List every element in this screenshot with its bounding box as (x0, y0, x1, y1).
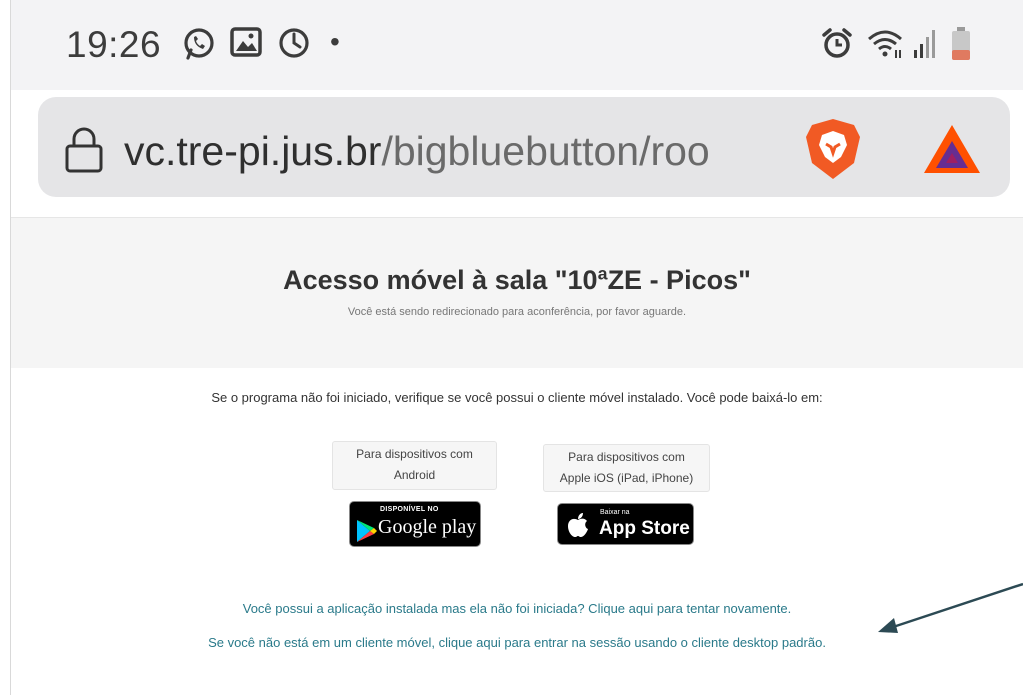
page-title: Acesso móvel à sala "10ªZE - Picos" (283, 265, 751, 295)
url-domain: vc.tre-pi.jus.br (124, 128, 382, 174)
whatsapp-icon (184, 28, 214, 60)
signal-icon (914, 30, 935, 58)
download-instruction: Se o programa não foi iniciado, verifiqu… (211, 390, 823, 405)
google-badge-top: DISPONÍVEL NO (380, 506, 439, 513)
android-line2: Android (393, 468, 436, 482)
google-play-icon (357, 520, 377, 542)
ios-line1: Para dispositivos com (568, 450, 685, 464)
app-store-badge[interactable]: Baixar na App Store (557, 503, 694, 545)
google-play-badge[interactable]: DISPONÍVEL NO Google play (349, 501, 481, 547)
app-store-badge-main: App Store (599, 518, 690, 539)
apple-icon (568, 513, 588, 537)
lock-icon (65, 127, 103, 173)
gallery-icon (230, 27, 262, 57)
alarm-icon (822, 28, 852, 58)
android-platform-box: Para dispositivos com Android (332, 441, 497, 490)
battery-icon (952, 27, 970, 60)
page-subtitle: Você está sendo redirecionado para aconf… (347, 306, 687, 318)
url-path: /bigbluebutton/roo (381, 128, 710, 174)
sync-icon (279, 28, 309, 58)
bat-triangle-icon[interactable] (922, 123, 982, 175)
android-line1: Para dispositivos com (356, 447, 473, 461)
url-text[interactable]: vc.tre-pi.jus.br/bigbluebutton/roo (124, 128, 784, 175)
annotation-arrow (878, 582, 1023, 633)
status-dot: • (330, 26, 340, 57)
ios-line2: Apple iOS (iPad, iPhone) (559, 471, 694, 485)
app-store-badge-top: Baixar na (600, 509, 630, 516)
status-time: 19:26 (66, 24, 162, 65)
google-badge-main: Google play (378, 516, 477, 538)
wifi-icon (868, 30, 902, 58)
ios-platform-box: Para dispositivos com Apple iOS (iPad, i… (543, 444, 710, 492)
brave-lion-icon[interactable] (804, 117, 862, 181)
